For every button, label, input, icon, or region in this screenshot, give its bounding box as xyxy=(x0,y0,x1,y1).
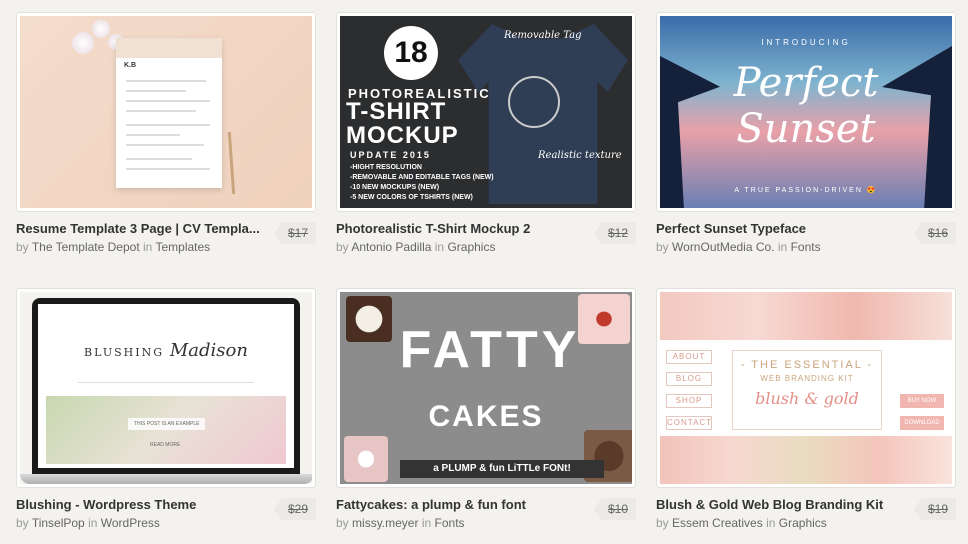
branding-kit-title: - THE ESSENTIAL - WEB BRANDING KIT blush… xyxy=(732,350,882,430)
resume-paper: K.B xyxy=(116,38,222,188)
product-thumbnail[interactable]: K.B xyxy=(16,12,316,212)
category-link[interactable]: WordPress xyxy=(101,516,160,530)
product-thumbnail[interactable]: ABOUT BLOG SHOP CONTACT - THE ESSENTIAL … xyxy=(656,288,956,488)
product-title[interactable]: Blush & Gold Web Blog Branding Kit xyxy=(656,497,908,512)
product-title[interactable]: Fattycakes: a plump & fun font xyxy=(336,497,588,512)
product-title[interactable]: Photorealistic T-Shirt Mockup 2 xyxy=(336,221,588,236)
price-tag[interactable]: $17 xyxy=(273,222,316,244)
author-link[interactable]: WornOutMedia Co. xyxy=(672,240,775,254)
product-byline: by Essem Creatives in Graphics xyxy=(656,516,827,530)
product-byline: by The Template Depot in Templates xyxy=(16,240,211,254)
author-link[interactable]: Essem Creatives xyxy=(672,516,763,530)
pencil-decoration xyxy=(227,131,236,195)
category-link[interactable]: Graphics xyxy=(447,240,495,254)
price-tag[interactable]: $12 xyxy=(593,222,636,244)
category-link[interactable]: Fonts xyxy=(791,240,821,254)
flower-decoration xyxy=(72,32,94,54)
product-byline: by missy.meyer in Fonts xyxy=(336,516,465,530)
count-badge: 18 xyxy=(384,26,438,80)
price-tag[interactable]: $16 xyxy=(913,222,956,244)
author-link[interactable]: Antonio Padilla xyxy=(351,240,431,254)
product-byline: by Antonio Padilla in Graphics xyxy=(336,240,496,254)
floral-banner xyxy=(660,292,952,340)
laptop-image: BLUSHING Madison THIS POST IS AN EXAMPLE… xyxy=(32,298,300,474)
category-link[interactable]: Fonts xyxy=(435,516,465,530)
author-link[interactable]: TinselPop xyxy=(32,516,85,530)
magnifier-circle xyxy=(508,76,560,128)
product-title[interactable]: Perfect Sunset Typeface xyxy=(656,221,908,236)
blog-hero-image: THIS POST IS AN EXAMPLE READ MORE xyxy=(46,396,286,464)
cake-image xyxy=(344,436,388,482)
product-thumbnail[interactable]: BLUSHING Madison THIS POST IS AN EXAMPLE… xyxy=(16,288,316,488)
product-title[interactable]: Blushing - Wordpress Theme xyxy=(16,497,268,512)
category-link[interactable]: Templates xyxy=(155,240,210,254)
product-byline: by WornOutMedia Co. in Fonts xyxy=(656,240,821,254)
author-link[interactable]: The Template Depot xyxy=(32,240,140,254)
product-thumbnail[interactable]: 18 PHOTOREALISTIC T-SHIRT MOCKUP UPDATE … xyxy=(336,12,636,212)
floral-banner xyxy=(660,436,952,484)
category-link[interactable]: Graphics xyxy=(779,516,827,530)
resume-initials: K.B xyxy=(124,62,137,69)
product-thumbnail[interactable]: INTRODUCING Perfect Sunset A TRUE PASSIO… xyxy=(656,12,956,212)
product-title[interactable]: Resume Template 3 Page | CV Templa... xyxy=(16,221,268,236)
price-tag[interactable]: $10 xyxy=(593,498,636,520)
price-tag[interactable]: $19 xyxy=(913,498,956,520)
product-byline: by TinselPop in WordPress xyxy=(16,516,160,530)
price-tag[interactable]: $29 xyxy=(273,498,316,520)
product-thumbnail[interactable]: FATTY CAKES a PLUMP & fun LiTTLe FONt! xyxy=(336,288,636,488)
author-link[interactable]: missy.meyer xyxy=(352,516,418,530)
flower-decoration xyxy=(92,20,110,38)
